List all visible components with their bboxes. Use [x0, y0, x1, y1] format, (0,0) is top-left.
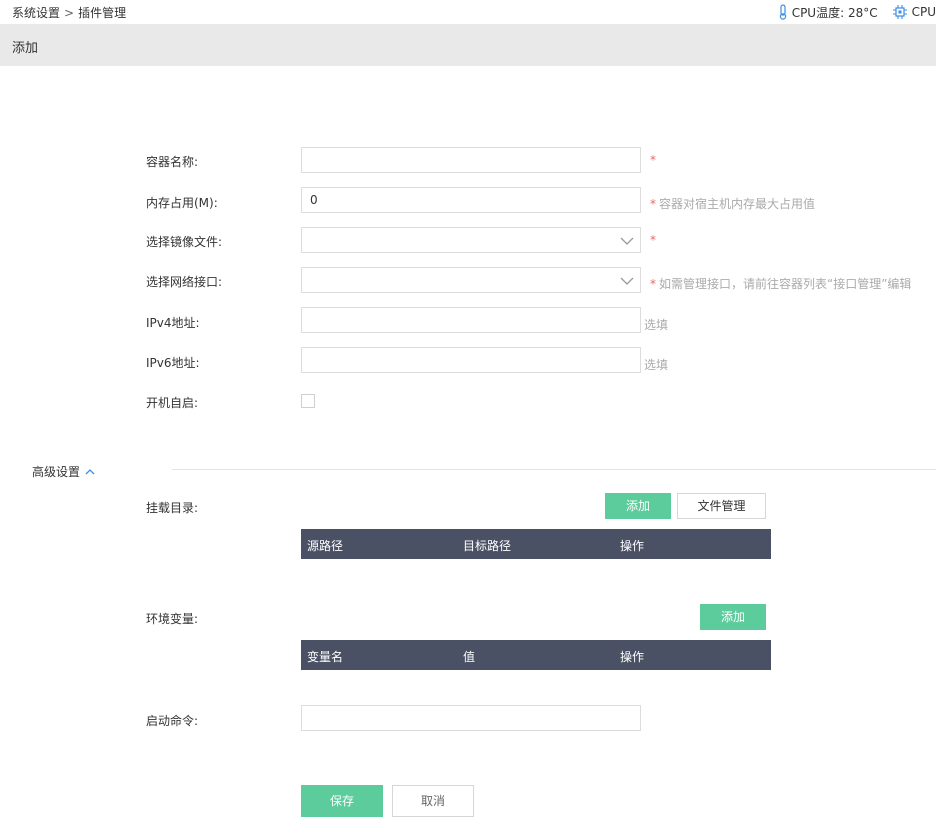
mount-add-button[interactable]: 添加 [605, 493, 671, 519]
ipv6-hint: 选填 [644, 358, 669, 372]
memory-hint-text: 容器对宿主机内存最大占用值 [659, 197, 816, 211]
chevron-down-icon [620, 237, 634, 245]
mount-table-header: 源路径 目标路径 操作 [301, 529, 771, 559]
breadcrumb-current: 插件管理 [78, 6, 127, 20]
page-header: 添加 [0, 24, 936, 66]
image-file-select[interactable] [301, 227, 641, 253]
env-add-button[interactable]: 添加 [700, 604, 766, 630]
column-header: 值 [463, 650, 476, 664]
env-table-header: 变量名 值 操作 [301, 640, 771, 670]
column-header: 目标路径 [463, 539, 512, 553]
file-manage-button[interactable]: 文件管理 [677, 493, 766, 519]
image-file-label: 选择镜像文件: [146, 235, 223, 249]
chevron-up-icon [85, 468, 95, 474]
cpu-status: CPU [892, 4, 936, 20]
breadcrumb-parent[interactable]: 系统设置 [12, 6, 60, 20]
memory-label: 内存占用(M): [146, 196, 218, 210]
cpu-chip-icon [892, 5, 907, 19]
autostart-label: 开机自启: [146, 396, 199, 410]
cpu-temp-status: CPU温度: 28°C [778, 4, 878, 21]
ipv4-hint: 选填 [644, 318, 669, 332]
network-interface-select[interactable] [301, 267, 641, 293]
breadcrumb: 系统设置 > 插件管理 [12, 4, 126, 21]
column-header: 操作 [620, 539, 645, 553]
cpu-temp-label: CPU温度: 28°C [791, 5, 878, 20]
column-header: 操作 [620, 650, 645, 664]
breadcrumb-separator: > [64, 6, 75, 20]
section-divider [172, 469, 936, 470]
memory-hint: * 容器对宿主机内存最大占用值 [650, 195, 815, 212]
required-mark: * [650, 153, 656, 167]
start-command-label: 启动命令: [146, 714, 199, 728]
required-mark: * [650, 277, 656, 291]
thermometer-icon [779, 4, 786, 20]
chevron-down-icon [620, 277, 634, 285]
network-hint-text: 如需管理接口，请前往容器列表“接口管理”编辑 [659, 277, 912, 291]
mount-dir-label: 挂载目录: [146, 501, 199, 515]
network-interface-label: 选择网络接口: [146, 275, 223, 289]
required-mark: * [650, 197, 656, 211]
column-header: 变量名 [307, 650, 344, 664]
advanced-settings-label: 高级设置 [32, 465, 81, 479]
ipv4-label: IPv4地址: [146, 316, 200, 330]
memory-input[interactable] [301, 187, 641, 213]
start-command-input[interactable] [301, 705, 641, 731]
container-name-input[interactable] [301, 147, 641, 173]
column-header: 源路径 [307, 539, 344, 553]
ipv6-input[interactable] [301, 347, 641, 373]
cpu-label: CPU [911, 5, 936, 19]
autostart-checkbox[interactable] [301, 394, 315, 408]
env-vars-label: 环境变量: [146, 612, 199, 626]
top-bar: 系统设置 > 插件管理 CPU温度: 28°C CPU [0, 0, 936, 24]
network-hint: * 如需管理接口，请前往容器列表“接口管理”编辑 [650, 275, 911, 292]
status-bar: CPU温度: 28°C CPU [778, 2, 936, 22]
save-button[interactable]: 保存 [301, 785, 383, 817]
ipv6-label: IPv6地址: [146, 356, 200, 370]
advanced-settings-toggle[interactable]: 高级设置 [32, 463, 95, 480]
ipv4-input[interactable] [301, 307, 641, 333]
page-title: 添加 [12, 41, 39, 56]
required-mark: * [650, 233, 656, 247]
cancel-button[interactable]: 取消 [392, 785, 474, 817]
container-name-label: 容器名称: [146, 155, 199, 169]
